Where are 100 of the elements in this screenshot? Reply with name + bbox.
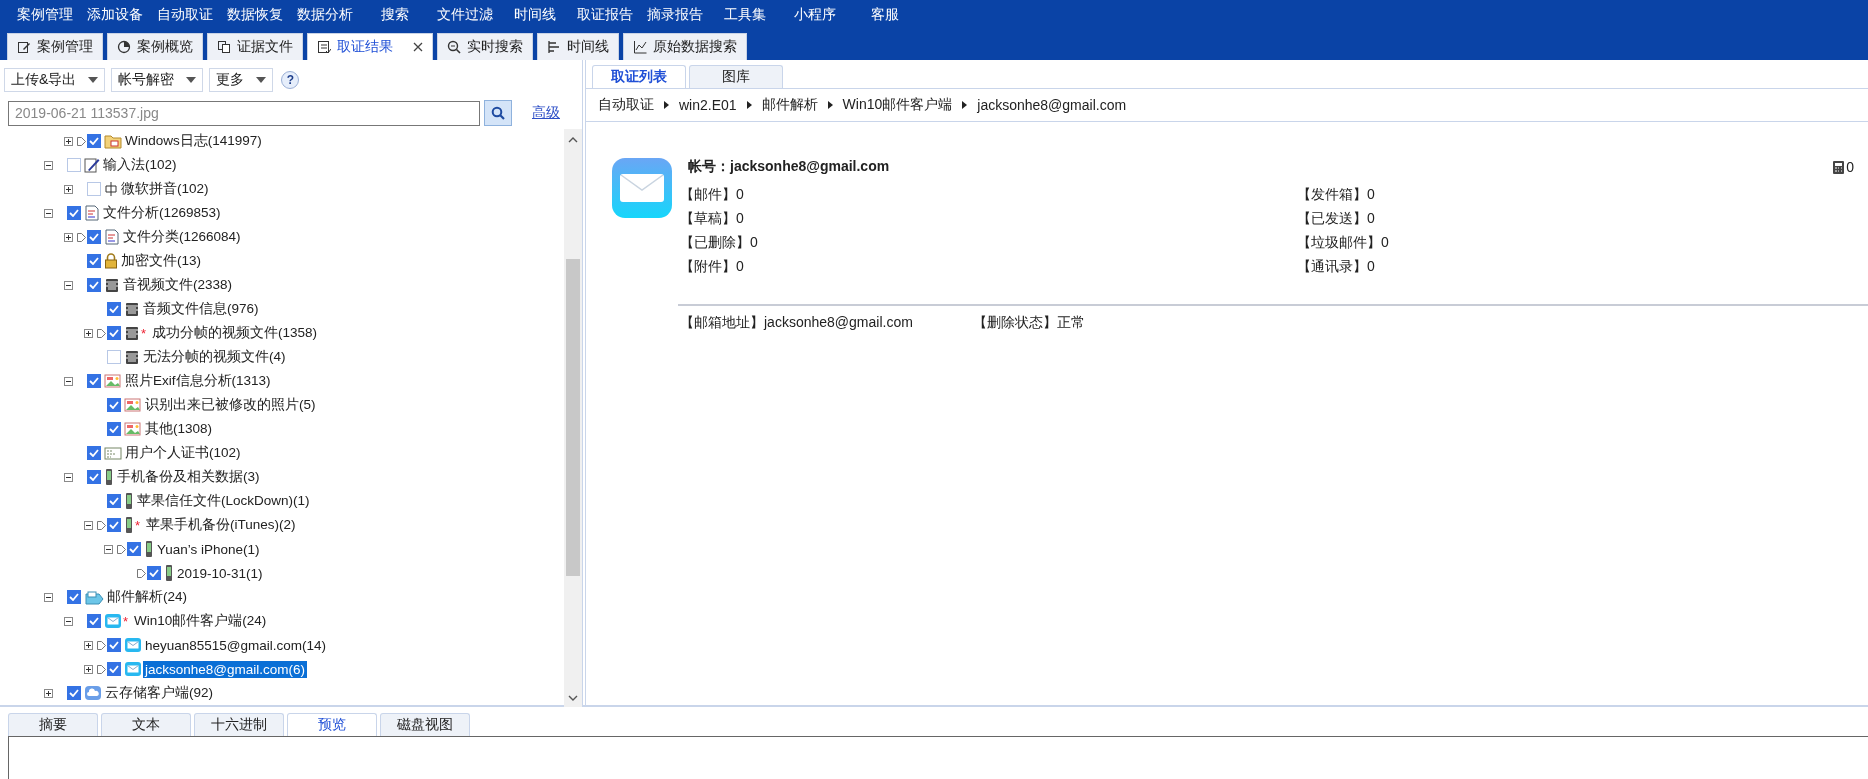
expand-icon[interactable] [84, 664, 93, 674]
collapse-icon[interactable] [44, 160, 53, 170]
menu-item[interactable]: 工具集 [710, 0, 780, 31]
collapse-icon[interactable] [64, 280, 73, 290]
checkbox[interactable] [107, 350, 121, 364]
breadcrumb-item[interactable]: win2.E01 [679, 97, 737, 113]
tree-item[interactable]: 音频文件信息(976) [141, 299, 261, 319]
tab[interactable]: 文本 [101, 713, 191, 736]
breadcrumb-item[interactable]: 邮件解析 [761, 96, 818, 114]
checkbox[interactable] [87, 134, 101, 148]
expand-icon[interactable] [64, 136, 73, 146]
close-icon[interactable] [413, 42, 423, 52]
tree-item[interactable]: 照片Exif信息分析(1313) [123, 371, 273, 391]
checkbox[interactable] [87, 254, 101, 268]
tree-item[interactable]: 苹果手机备份(iTunes)(2) [144, 515, 298, 535]
dropdown-button[interactable]: 更多 [209, 67, 274, 92]
checkbox[interactable] [87, 182, 101, 196]
collapse-icon[interactable] [104, 544, 113, 554]
menu-item[interactable]: 文件过滤 [430, 0, 500, 31]
tree-item[interactable]: 微软拼音(102) [119, 179, 211, 199]
checkbox[interactable] [67, 158, 81, 172]
checkbox[interactable] [87, 470, 101, 484]
checkbox[interactable] [107, 518, 121, 532]
help-button[interactable]: ? [281, 70, 300, 89]
scrollbar-thumb[interactable] [566, 259, 580, 576]
menu-item[interactable]: 数据恢复 [220, 0, 290, 31]
menu-item[interactable]: 客服 [850, 0, 920, 31]
checkbox[interactable] [107, 494, 121, 508]
search-button[interactable] [484, 100, 512, 126]
tree-item[interactable]: 手机备份及相关数据(3) [115, 467, 262, 487]
tab[interactable]: 图库 [689, 65, 783, 88]
checkbox[interactable] [107, 326, 121, 340]
menu-item[interactable]: 取证报告 [570, 0, 640, 31]
menu-item[interactable]: 时间线 [500, 0, 570, 31]
dropdown-button[interactable]: 上传&导出 [4, 67, 106, 92]
document-tab[interactable]: 证据文件 [207, 33, 303, 60]
checkbox[interactable] [107, 422, 121, 436]
expand-icon[interactable] [84, 640, 93, 650]
tree-item[interactable]: Win10邮件客户端(24) [132, 611, 269, 631]
tree-item[interactable]: 成功分帧的视频文件(1358) [150, 323, 320, 343]
tree-item[interactable]: heyuan85515@gmail.com(14) [143, 636, 329, 654]
collapse-icon[interactable] [44, 592, 53, 602]
checkbox[interactable] [87, 614, 101, 628]
tree-item[interactable]: 输入法(102) [101, 155, 179, 175]
menu-item[interactable]: 数据分析 [290, 0, 360, 31]
document-tab[interactable]: 实时搜索 [437, 33, 533, 60]
menu-item[interactable]: 添加设备 [80, 0, 150, 31]
checkbox[interactable] [107, 398, 121, 412]
menu-item[interactable]: 自动取证 [150, 0, 220, 31]
search-field[interactable]: 2019-06-21 113537.jpg [8, 100, 480, 126]
checkbox[interactable] [87, 230, 101, 244]
tree-item[interactable]: jacksonhe8@gmail.com(6) [143, 660, 308, 678]
document-tab[interactable]: 时间线 [537, 33, 619, 60]
tab[interactable]: 十六进制 [194, 713, 284, 736]
menu-item[interactable]: 搜索 [360, 0, 430, 31]
tree-item[interactable]: 邮件解析(24) [105, 587, 189, 607]
tree-item[interactable]: 其他(1308) [143, 419, 215, 439]
checkbox[interactable] [67, 686, 81, 700]
expand-icon[interactable] [64, 184, 73, 194]
breadcrumb-item[interactable]: Win10邮件客户端 [842, 96, 953, 114]
checkbox[interactable] [147, 566, 161, 580]
document-tab[interactable]: 案例概览 [107, 33, 203, 60]
breadcrumb-item[interactable]: jacksonhe8@gmail.com [977, 97, 1127, 113]
tree-item[interactable]: Yuan’s iPhone(1) [155, 540, 262, 558]
expand-icon[interactable] [44, 688, 53, 698]
collapse-icon[interactable] [64, 616, 73, 626]
breadcrumb-item[interactable]: 自动取证 [598, 96, 654, 114]
tab[interactable]: 预览 [287, 713, 377, 736]
checkbox[interactable] [107, 638, 121, 652]
collapse-icon[interactable] [44, 208, 53, 218]
tab[interactable]: 摘要 [8, 713, 98, 736]
dropdown-button[interactable]: 帐号解密 [111, 67, 204, 92]
advanced-link[interactable]: 高级 [532, 104, 560, 122]
tree-item[interactable]: 文件分析(1269853) [101, 203, 223, 223]
menu-item[interactable]: 小程序 [780, 0, 850, 31]
collapse-icon[interactable] [64, 472, 73, 482]
tree-item[interactable]: Windows日志(141997) [123, 131, 264, 151]
collapse-icon[interactable] [64, 376, 73, 386]
expand-icon[interactable] [64, 232, 73, 242]
tab[interactable]: 磁盘视图 [380, 713, 470, 736]
checkbox[interactable] [87, 374, 101, 388]
tree-item[interactable]: 用户个人证书(102) [123, 443, 243, 463]
tree-item[interactable]: 2019-10-31(1) [175, 564, 265, 582]
tree-item[interactable]: 识别出来已被修改的照片(5) [143, 395, 318, 415]
scrollbar[interactable] [564, 129, 582, 707]
collapse-icon[interactable] [84, 520, 93, 530]
tree-item[interactable]: 云存储客户端(92) [103, 683, 215, 703]
tab[interactable]: 取证列表 [592, 65, 686, 88]
checkbox[interactable] [67, 206, 81, 220]
checkbox[interactable] [67, 590, 81, 604]
menu-item[interactable]: 摘录报告 [640, 0, 710, 31]
tree-item[interactable]: 音视频文件(2338) [121, 275, 235, 295]
checkbox[interactable] [107, 662, 121, 676]
tree-item[interactable]: 苹果信任文件(LockDown)(1) [135, 491, 312, 511]
expand-icon[interactable] [84, 328, 93, 338]
checkbox[interactable] [87, 278, 101, 292]
menu-item[interactable]: 案例管理 [10, 0, 80, 31]
document-tab[interactable]: 案例管理 [7, 33, 103, 60]
document-tab[interactable]: 原始数据搜索 [623, 33, 747, 60]
tree-item[interactable]: 加密文件(13) [119, 251, 203, 271]
